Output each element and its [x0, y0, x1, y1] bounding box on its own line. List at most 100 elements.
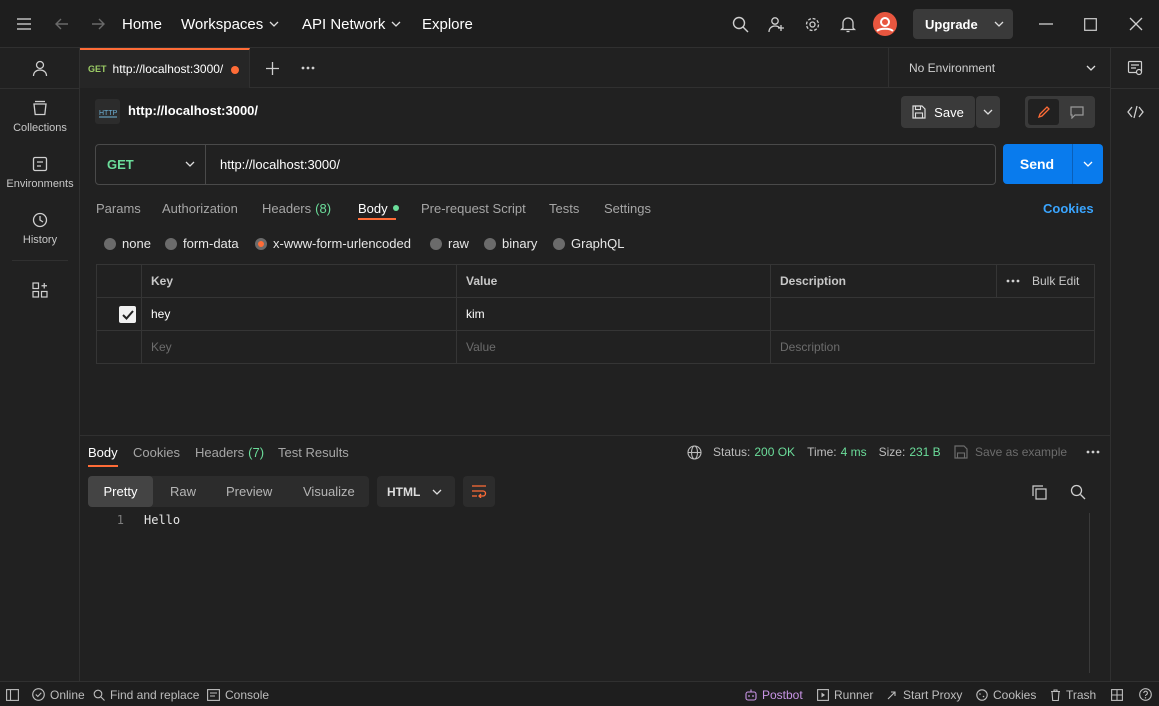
request-tab-bar: GET http://localhost:3000/ No Environmen…: [80, 48, 1110, 88]
status-value[interactable]: 200 OK: [754, 445, 795, 459]
menu-icon[interactable]: [14, 14, 34, 34]
view-visualize[interactable]: Visualize: [303, 476, 355, 507]
vertical-scrollbar[interactable]: [1089, 513, 1103, 673]
online-status[interactable]: Online: [32, 682, 85, 706]
cookies-link[interactable]: Cookies: [1043, 201, 1094, 216]
response-tab-test-results[interactable]: Test Results: [278, 445, 349, 460]
table-header-row: Key Value Description Bulk Edit: [97, 265, 1094, 298]
forward-arrow-icon[interactable]: [88, 14, 108, 34]
sidebar-item-collections[interactable]: Collections: [0, 100, 80, 134]
sidebar: Collections Environments History: [0, 48, 80, 681]
more-options-icon[interactable]: [1006, 279, 1020, 283]
response-tab-cookies[interactable]: Cookies: [133, 445, 180, 460]
toggle-sidebar-icon[interactable]: [6, 682, 24, 706]
nav-home[interactable]: Home: [122, 0, 162, 48]
format-select[interactable]: HTML: [377, 476, 455, 507]
code-icon[interactable]: [1125, 102, 1145, 122]
chevron-down-icon: [185, 161, 195, 167]
postbot-button[interactable]: Postbot: [745, 682, 803, 706]
console-icon: [207, 688, 220, 701]
layout-icon[interactable]: [1111, 682, 1128, 706]
send-options-button[interactable]: [1072, 144, 1103, 184]
tab-headers[interactable]: Headers (8): [262, 198, 331, 218]
send-button[interactable]: Send: [1003, 144, 1071, 184]
minimize-window-icon[interactable]: [1036, 14, 1056, 34]
body-mode-form-data[interactable]: form-data: [165, 236, 239, 251]
copy-icon[interactable]: [1030, 483, 1048, 501]
wrap-lines-button[interactable]: [463, 476, 495, 507]
more-tabs-icon[interactable]: [298, 58, 318, 78]
nav-workspaces[interactable]: Workspaces: [181, 0, 279, 48]
search-icon[interactable]: [1069, 483, 1087, 501]
invite-user-icon[interactable]: [766, 14, 786, 34]
cookies-button[interactable]: Cookies: [976, 682, 1036, 706]
check-circle-icon: [32, 688, 45, 701]
code-line[interactable]: Hello: [144, 513, 180, 527]
environment-quick-look-icon[interactable]: [1125, 58, 1145, 78]
find-replace-button[interactable]: Find and replace: [93, 682, 199, 706]
console-button[interactable]: Console: [207, 682, 269, 706]
time-value[interactable]: 4 ms: [841, 445, 867, 459]
size-value[interactable]: 231 B: [909, 445, 940, 459]
response-tab-body[interactable]: Body: [88, 445, 118, 460]
body-mode-none[interactable]: none: [104, 236, 151, 251]
maximize-window-icon[interactable]: [1080, 14, 1100, 34]
nav-explore[interactable]: Explore: [422, 0, 473, 48]
bulk-edit-button[interactable]: Bulk Edit: [1032, 274, 1079, 288]
close-window-icon[interactable]: [1126, 14, 1146, 34]
start-proxy-button[interactable]: Start Proxy: [886, 682, 962, 706]
row-description-input[interactable]: [771, 298, 1093, 330]
row-value-input[interactable]: kim: [457, 298, 770, 330]
sidebar-item-environments[interactable]: Environments: [0, 156, 80, 190]
request-title[interactable]: http://localhost:3000/: [128, 103, 258, 118]
gear-icon[interactable]: [802, 14, 822, 34]
svg-text:HTTP: HTTP: [99, 110, 118, 117]
tab-pre-request-script[interactable]: Pre-request Script: [421, 201, 526, 216]
row-key-input[interactable]: hey: [142, 298, 456, 330]
response-tab-headers[interactable]: Headers (7): [195, 442, 264, 462]
new-value-input[interactable]: Value: [457, 331, 770, 363]
method-select[interactable]: GET: [96, 145, 206, 184]
globe-icon[interactable]: [686, 444, 702, 460]
more-options-icon[interactable]: [1085, 444, 1101, 460]
bell-icon[interactable]: [838, 14, 858, 34]
configure-sidebar-icon[interactable]: [30, 280, 50, 300]
tab-authorization[interactable]: Authorization: [162, 201, 238, 216]
save-options-button[interactable]: [976, 96, 1000, 128]
save-as-example-button[interactable]: Save as example: [954, 442, 1067, 462]
tab-settings[interactable]: Settings: [604, 201, 651, 216]
view-preview[interactable]: Preview: [226, 476, 272, 507]
upgrade-button[interactable]: Upgrade: [913, 9, 1013, 39]
comments-icon[interactable]: [1061, 99, 1092, 125]
view-raw[interactable]: Raw: [170, 476, 196, 507]
tab-params[interactable]: Params: [96, 201, 141, 216]
chevron-down-icon: [269, 21, 279, 27]
request-tab[interactable]: GET http://localhost:3000/: [80, 48, 250, 88]
view-pretty[interactable]: Pretty: [88, 476, 153, 507]
search-icon[interactable]: [730, 14, 750, 34]
body-mode-binary[interactable]: binary: [484, 236, 537, 251]
body-mode-urlencoded[interactable]: x-www-form-urlencoded: [255, 236, 411, 251]
user-icon[interactable]: [30, 58, 50, 78]
save-button[interactable]: Save: [901, 96, 975, 128]
body-mode-graphql[interactable]: GraphQL: [553, 236, 624, 251]
save-icon: [954, 445, 968, 459]
new-description-input[interactable]: Description: [771, 331, 1093, 363]
nav-api-network[interactable]: API Network: [302, 0, 401, 48]
tab-tests[interactable]: Tests: [549, 201, 579, 216]
url-input[interactable]: http://localhost:3000/: [220, 145, 340, 184]
new-tab-icon[interactable]: [262, 58, 282, 78]
console-label: Console: [225, 687, 270, 702]
sidebar-item-history[interactable]: History: [0, 212, 80, 246]
avatar[interactable]: [872, 11, 898, 37]
trash-button[interactable]: Trash: [1050, 682, 1096, 706]
edit-icon[interactable]: [1028, 99, 1059, 125]
back-arrow-icon[interactable]: [52, 14, 72, 34]
help-icon[interactable]: [1139, 682, 1157, 706]
runner-button[interactable]: Runner: [817, 682, 873, 706]
tab-body[interactable]: Body: [358, 198, 399, 218]
new-key-input[interactable]: Key: [142, 331, 456, 363]
environment-selector[interactable]: No Environment: [888, 48, 1110, 88]
row-enabled-checkbox[interactable]: [119, 306, 136, 323]
body-mode-raw[interactable]: raw: [430, 236, 469, 251]
